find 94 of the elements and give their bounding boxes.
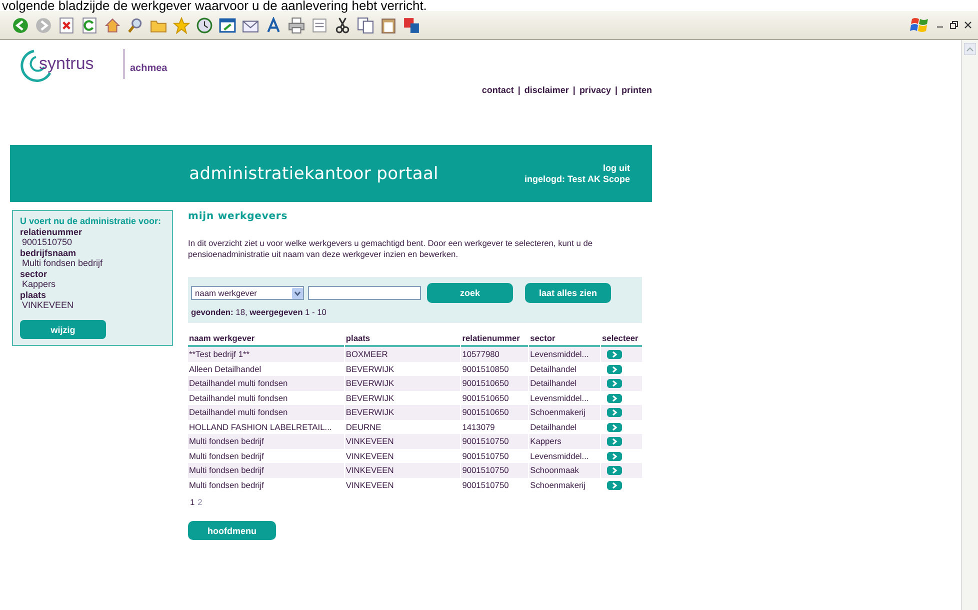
- search-icon[interactable]: [127, 16, 144, 34]
- table-cell: BEVERWIJK: [344, 405, 460, 420]
- field-value: Kappers: [21, 279, 57, 289]
- table-cell: Detailhandel multi fondsen: [188, 405, 344, 420]
- table-cell: Multi fondsen bedrijf: [188, 463, 344, 478]
- field-value: 9001510750: [21, 237, 74, 247]
- table-cell: BEVERWIJK: [344, 376, 460, 390]
- field-label: plaats: [20, 290, 48, 300]
- close-icon[interactable]: [964, 21, 972, 29]
- table-cell-text: 9001510750: [461, 450, 510, 463]
- table-cell: VINKEVEEN: [344, 463, 460, 478]
- field-label: bedrijfsnaam: [20, 248, 78, 258]
- star-icon[interactable]: [173, 16, 190, 34]
- table-cell: Levensmiddel...: [529, 347, 600, 362]
- home-icon[interactable]: [104, 16, 121, 34]
- header-link[interactable]: printen: [622, 85, 652, 95]
- table-cell-text: Levensmiddel...: [529, 392, 590, 405]
- restore-icon[interactable]: [950, 21, 958, 29]
- intro-text: In dit overzicht ziet u voor welke werkgevers u gemachtigd bent. Door een werkgever te selecteren, kunt u de pensioenadministratie uit naam van deze werkgever inzien en bewerken.: [188, 238, 594, 260]
- caption-text: volgende bladzijde de werkgever waarvoor u de aanlevering hebt verricht.: [1, 0, 428, 11]
- field-value: VINKEVEEN: [21, 300, 75, 310]
- refresh-icon[interactable]: [81, 16, 98, 34]
- table-cell-text: BEVERWIJK: [344, 392, 396, 405]
- table-cell-text: Multi fondsen bedrijf: [188, 450, 265, 463]
- table-cell: Detailhandel: [529, 376, 600, 390]
- select-arrow-button[interactable]: [607, 422, 622, 432]
- link-separator: |: [572, 85, 576, 95]
- stop-icon[interactable]: [58, 16, 75, 34]
- table-cell-text: HOLLAND FASHION LABELRETAIL...: [188, 420, 333, 434]
- table-cell-text: Schoenmakerij: [529, 478, 587, 492]
- select-arrow-button[interactable]: [607, 379, 622, 388]
- page-title: mijn werkgevers: [188, 211, 289, 222]
- table-cell-text: VINKEVEEN: [344, 450, 395, 463]
- select-arrow-button[interactable]: [607, 408, 622, 418]
- scroll-up-icon[interactable]: [964, 43, 976, 55]
- result-count: gevonden: 18, weergegeven 1 - 10: [191, 307, 328, 317]
- table-cell: BOXMEER: [344, 347, 460, 362]
- field-label: relatienummer: [20, 227, 84, 237]
- clipboard-icon[interactable]: [380, 16, 397, 34]
- table-cell: 9001510650: [461, 376, 528, 390]
- table-cell-text: 9001510650: [461, 392, 510, 405]
- logged-in-user: ingelogd: Test AK Scope: [524, 174, 630, 184]
- table-cell: Kappers: [529, 434, 600, 448]
- table-cell-text: Detailhandel: [529, 362, 578, 376]
- table-cell-text: VINKEVEEN: [344, 478, 395, 492]
- table-cell-text: Detailhandel: [529, 420, 578, 434]
- table-cell: Detailhandel multi fondsen: [188, 376, 344, 390]
- table-cell-text: DEURNE: [344, 420, 382, 434]
- field-label: sector: [20, 269, 48, 279]
- table-cell: Multi fondsen bedrijf: [188, 434, 344, 448]
- select-arrow-button[interactable]: [607, 437, 622, 446]
- syntrus-achmea-logo: syntrus achmea: [16, 47, 176, 83]
- table-cell: Schoonmaak: [529, 463, 600, 478]
- header-link[interactable]: contact: [482, 85, 514, 95]
- select-arrow-button[interactable]: [607, 364, 622, 374]
- table-cell-text: Multi fondsen bedrijf: [188, 478, 265, 492]
- header-link[interactable]: privacy: [579, 85, 611, 95]
- table-cell-text: BEVERWIJK: [344, 362, 396, 376]
- search-field-dropdown[interactable]: naam werkgever: [191, 286, 304, 300]
- field-value: Multi fondsen bedrijf: [21, 258, 104, 268]
- table-cell-text: Alleen Detailhandel: [188, 362, 262, 376]
- copy-icon[interactable]: [357, 16, 374, 34]
- table-cell-text: 1413079: [461, 420, 496, 434]
- table-cell: Schoenmakerij: [529, 405, 600, 420]
- table-cell-text: Levensmiddel...: [529, 450, 590, 463]
- windows-logo-icon: [910, 16, 930, 34]
- select-arrow-button[interactable]: [607, 394, 622, 403]
- table-cell: 9001510750: [461, 463, 528, 478]
- search-input[interactable]: [308, 286, 421, 300]
- history-icon[interactable]: [196, 16, 213, 34]
- table-cell: 9001510650: [461, 405, 528, 420]
- select-arrow-button[interactable]: [607, 466, 622, 476]
- document-icon[interactable]: [311, 16, 328, 34]
- printer-icon[interactable]: [288, 16, 305, 34]
- portal-title: administratiekantoor portaal: [188, 164, 440, 184]
- window-icon[interactable]: [219, 16, 236, 34]
- select-arrow-button[interactable]: [607, 480, 622, 490]
- table-cell: **Test bedrijf 1**: [188, 347, 344, 362]
- link-separator: |: [518, 85, 520, 95]
- table-cell-text: 9001510750: [461, 478, 510, 492]
- table-cell: 9001510750: [461, 434, 528, 448]
- link-separator: |: [614, 85, 618, 95]
- page-link[interactable]: 1: [190, 497, 195, 507]
- table-cell: 10577980: [461, 347, 528, 362]
- sidebar-heading: U voert nu de administratie voor:: [20, 216, 162, 226]
- select-arrow-button[interactable]: [607, 350, 622, 360]
- scissors-icon[interactable]: [334, 16, 351, 34]
- header-link[interactable]: disclaimer: [524, 85, 569, 95]
- font-icon[interactable]: [265, 16, 282, 34]
- page-link[interactable]: 2: [198, 497, 202, 507]
- table-cell-text: Detailhandel multi fondsen: [188, 392, 289, 405]
- table-cell: VINKEVEEN: [344, 434, 460, 448]
- table-cell-text: 9001510850: [461, 362, 510, 376]
- select-arrow-button[interactable]: [607, 452, 622, 461]
